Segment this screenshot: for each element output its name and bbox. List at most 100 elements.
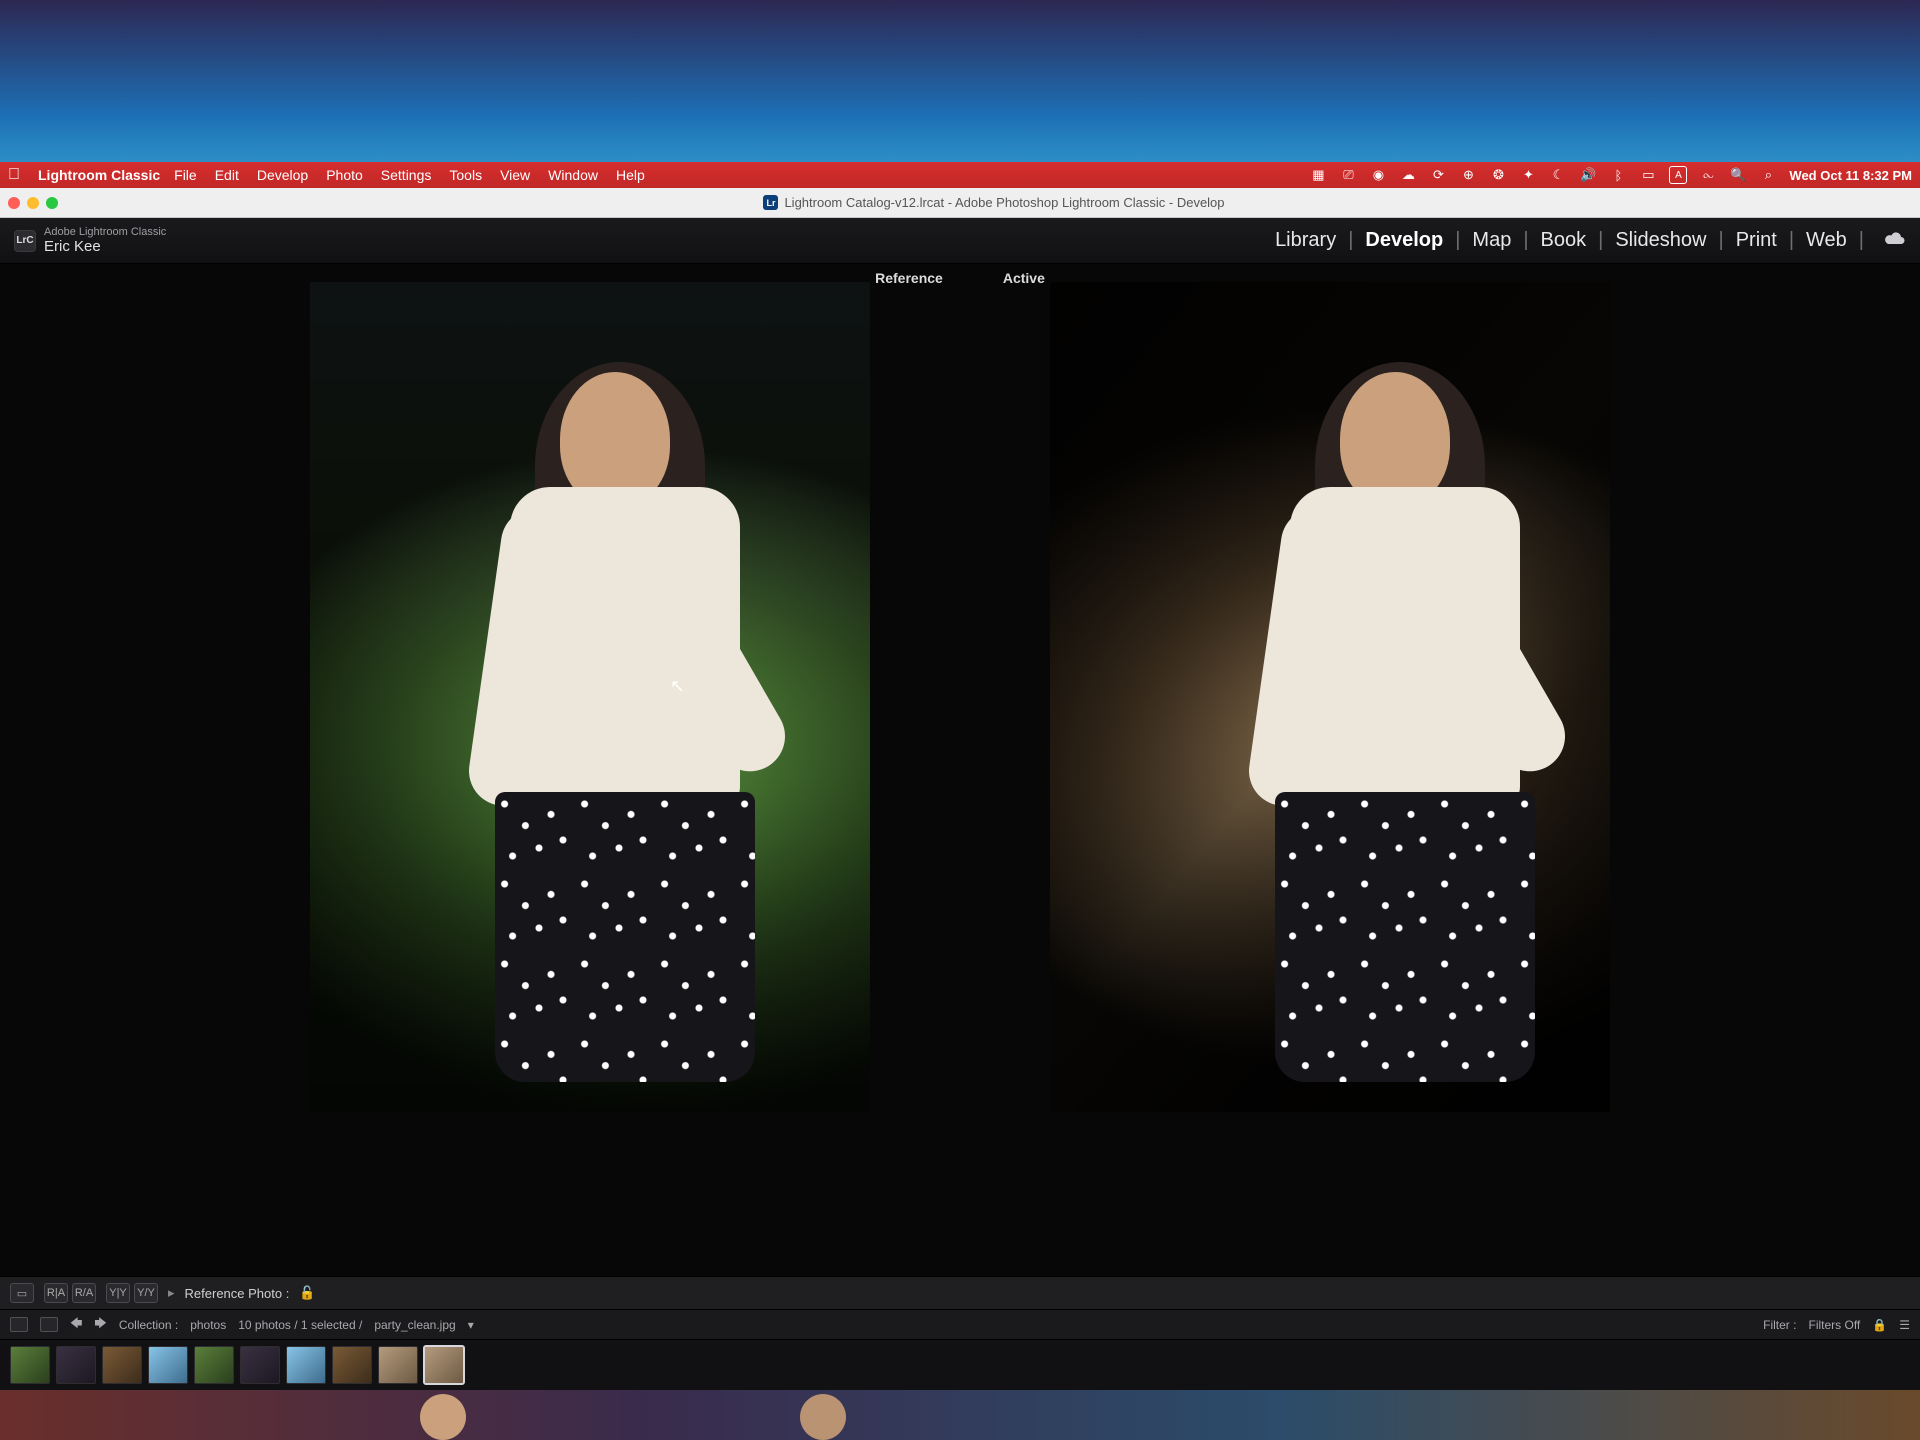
ref-horizontal-button[interactable]: R|A <box>44 1283 68 1303</box>
menu-settings[interactable]: Settings <box>381 167 432 183</box>
lock-icon[interactable]: 🔓 <box>299 1285 315 1301</box>
module-library[interactable]: Library <box>1275 229 1336 252</box>
module-develop[interactable]: Develop <box>1365 229 1443 252</box>
app-name[interactable]: Lightroom Classic <box>38 167 160 183</box>
tray-search-icon[interactable]: 🔍 <box>1729 166 1747 184</box>
tray-battery-icon[interactable]: ▭ <box>1639 166 1657 184</box>
menu-view[interactable]: View <box>500 167 530 183</box>
tray-display-icon[interactable]: ⎚ <box>1339 166 1357 184</box>
menu-window[interactable]: Window <box>548 167 598 183</box>
module-separator: | <box>1455 229 1460 252</box>
filter-state[interactable]: Filters Off <box>1808 1318 1860 1332</box>
filmstrip-thumbnails[interactable] <box>0 1340 1920 1390</box>
thumbnail[interactable] <box>332 1346 372 1384</box>
window-title: Lr Lightroom Catalog-v12.lrcat - Adobe P… <box>763 195 1224 210</box>
photo-subject <box>1280 372 1580 1072</box>
thumbnail[interactable] <box>286 1346 326 1384</box>
window-minimize-button[interactable] <box>27 197 39 209</box>
apple-menu-icon[interactable]:  <box>8 166 20 184</box>
cursor-icon: ↖ <box>670 676 685 697</box>
lr-badge-icon: LrC <box>14 230 36 252</box>
tray-globe-icon[interactable]: ⊕ <box>1459 166 1477 184</box>
identity-name: Eric Kee <box>44 238 166 255</box>
thumbnail[interactable] <box>148 1346 188 1384</box>
thumbnail[interactable] <box>194 1346 234 1384</box>
path-dropdown-icon[interactable]: ▾ <box>468 1318 474 1332</box>
reference-view-buttons: R|A R/A <box>44 1283 96 1303</box>
cloud-sync-icon[interactable] <box>1884 229 1906 252</box>
filter-label: Filter : <box>1763 1318 1796 1332</box>
module-map[interactable]: Map <box>1472 229 1511 252</box>
module-separator: | <box>1719 229 1724 252</box>
tray-control-center-icon[interactable]: ⌕ <box>1759 166 1777 184</box>
module-separator: | <box>1859 229 1864 252</box>
module-separator: | <box>1598 229 1603 252</box>
menu-tray: ▦ ⎚ ◉ ☁ ⟳ ⊕ ❂ ✦ ☾ 🔊 ᛒ ▭ A ⧜ 🔍 ⌕ Wed Oct … <box>1309 166 1912 184</box>
app-menus: File Edit Develop Photo Settings Tools V… <box>174 167 645 183</box>
tray-moon-icon[interactable]: ☾ <box>1549 166 1567 184</box>
menu-tools[interactable]: Tools <box>449 167 482 183</box>
thumbnail[interactable] <box>240 1346 280 1384</box>
window-close-button[interactable] <box>8 197 20 209</box>
active-photo[interactable] <box>1050 282 1610 1112</box>
module-separator: | <box>1789 229 1794 252</box>
count-text: 10 photos / 1 selected / <box>238 1318 362 1332</box>
filmstrip-info-bar: 🡄 🡆 Collection : photos 10 photos / 1 se… <box>0 1310 1920 1340</box>
identity-product: Adobe Lightroom Classic <box>44 227 166 238</box>
thumbnail[interactable] <box>56 1346 96 1384</box>
lightroom-app: LrC Adobe Lightroom Classic Eric Kee Lib… <box>0 218 1920 1440</box>
tray-datetime[interactable]: Wed Oct 11 8:32 PM <box>1789 168 1912 183</box>
develop-toolbar: ▭ R|A R/A Y|Y Y/Y ▸ Reference Photo : 🔓 <box>0 1276 1920 1310</box>
thumbnail-selected[interactable] <box>424 1346 464 1384</box>
menu-edit[interactable]: Edit <box>215 167 239 183</box>
module-picker: Library | Develop | Map | Book | Slidesh… <box>1275 229 1906 252</box>
reference-photo[interactable] <box>310 282 870 1112</box>
module-web[interactable]: Web <box>1806 229 1847 252</box>
identity-plate[interactable]: LrC Adobe Lightroom Classic Eric Kee <box>14 227 166 255</box>
tray-app-icon[interactable]: ▦ <box>1309 166 1327 184</box>
tray-star-icon[interactable]: ✦ <box>1519 166 1537 184</box>
menu-photo[interactable]: Photo <box>326 167 363 183</box>
before-after-buttons: Y|Y Y/Y <box>106 1283 158 1303</box>
nav-prev-button[interactable]: 🡄 <box>70 1314 82 1335</box>
window-maximize-button[interactable] <box>46 197 58 209</box>
tray-settings-icon[interactable]: ❂ <box>1489 166 1507 184</box>
filter-menu-icon[interactable]: ☰ <box>1899 1318 1910 1332</box>
module-book[interactable]: Book <box>1541 229 1587 252</box>
tray-input-icon[interactable]: A <box>1669 166 1687 184</box>
reference-photo-label: Reference Photo : <box>185 1286 290 1301</box>
before-after-v-button[interactable]: Y/Y <box>134 1283 158 1303</box>
tray-record-icon[interactable]: ◉ <box>1369 166 1387 184</box>
grid-view-button[interactable] <box>40 1317 58 1332</box>
tray-bluetooth-icon[interactable]: ᛒ <box>1609 166 1627 184</box>
loupe-view-button[interactable]: ▭ <box>10 1283 34 1303</box>
second-monitor-button[interactable] <box>10 1317 28 1332</box>
window-titlebar: Lr Lightroom Catalog-v12.lrcat - Adobe P… <box>0 188 1920 218</box>
menu-file[interactable]: File <box>174 167 197 183</box>
thumbnail[interactable] <box>102 1346 142 1384</box>
tray-wifi-icon[interactable]: ⧜ <box>1699 166 1717 184</box>
module-separator: | <box>1348 229 1353 252</box>
module-slideshow[interactable]: Slideshow <box>1615 229 1706 252</box>
menu-develop[interactable]: Develop <box>257 167 308 183</box>
tray-cc-icon[interactable]: ☁ <box>1399 166 1417 184</box>
tray-sync-icon[interactable]: ⟳ <box>1429 166 1447 184</box>
module-print[interactable]: Print <box>1736 229 1777 252</box>
collection-name[interactable]: photos <box>190 1318 226 1332</box>
ref-vertical-button[interactable]: R/A <box>72 1283 96 1303</box>
thumbnail[interactable] <box>10 1346 50 1384</box>
mac-menubar:  Lightroom Classic File Edit Develop Ph… <box>0 162 1920 188</box>
lr-top-bar: LrC Adobe Lightroom Classic Eric Kee Lib… <box>0 218 1920 264</box>
active-label: Active <box>1003 270 1045 286</box>
filter-lock-icon[interactable]: 🔒 <box>1872 1318 1887 1332</box>
compare-labels: Reference Active <box>0 270 1920 286</box>
collection-prefix: Collection : <box>119 1318 178 1332</box>
reference-view[interactable]: Reference Active ↖ <box>0 264 1920 1276</box>
before-after-h-button[interactable]: Y|Y <box>106 1283 130 1303</box>
thumbnail[interactable] <box>378 1346 418 1384</box>
reference-label: Reference <box>875 270 943 286</box>
tray-volume-icon[interactable]: 🔊 <box>1579 166 1597 184</box>
menu-help[interactable]: Help <box>616 167 645 183</box>
nav-next-button[interactable]: 🡆 <box>94 1314 106 1335</box>
lightroom-app-icon: Lr <box>763 195 778 210</box>
